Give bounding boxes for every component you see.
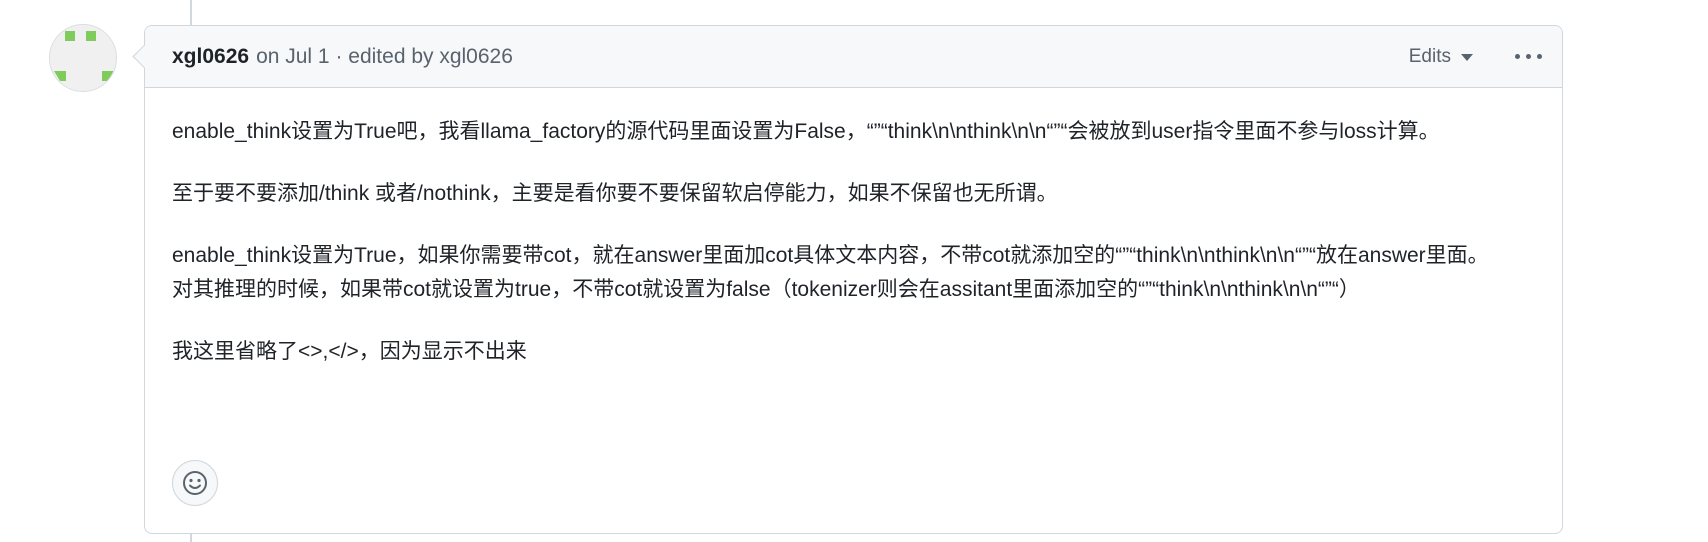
avatar[interactable] bbox=[49, 24, 117, 92]
kebab-dot-icon bbox=[1526, 54, 1531, 59]
comment-header: xgl0626 on Jul 1 · edited by xgl0626 Edi… bbox=[145, 26, 1562, 88]
comment-author[interactable]: xgl0626 bbox=[172, 45, 249, 69]
comment-body: enable_think设置为True吧，我看llama_factory的源代码… bbox=[145, 88, 1562, 369]
identicon-icon bbox=[50, 25, 116, 91]
add-reaction-button[interactable] bbox=[172, 460, 218, 506]
comment-box: xgl0626 on Jul 1 · edited by xgl0626 Edi… bbox=[144, 25, 1563, 534]
edits-label: Edits bbox=[1408, 45, 1451, 67]
kebab-dot-icon bbox=[1515, 54, 1520, 59]
more-options-button[interactable] bbox=[1511, 50, 1546, 63]
smiley-icon bbox=[183, 471, 207, 495]
caret-down-icon bbox=[1461, 54, 1473, 61]
comment-meta[interactable]: on Jul 1 · edited by xgl0626 bbox=[256, 45, 513, 69]
comment-paragraph: 对其推理的时候，如果带cot就设置为true，不带cot就设置为false（to… bbox=[172, 278, 1360, 301]
comment-paragraph: enable_think设置为True，如果你需要带cot，就在answer里面… bbox=[172, 244, 1489, 267]
edits-button[interactable]: Edits bbox=[1409, 46, 1473, 68]
comment-paragraph: 我这里省略了<>,</>，因为显示不出来 bbox=[172, 340, 527, 363]
header-actions: Edits bbox=[1409, 46, 1546, 68]
comment-paragraph: 至于要不要添加/think 或者/nothink，主要是看你要不要保留软启停能力… bbox=[172, 182, 1058, 205]
page: xgl0626 on Jul 1 · edited by xgl0626 Edi… bbox=[0, 0, 1708, 542]
kebab-dot-icon bbox=[1537, 54, 1542, 59]
comment-paragraph: enable_think设置为True吧，我看llama_factory的源代码… bbox=[172, 120, 1440, 143]
